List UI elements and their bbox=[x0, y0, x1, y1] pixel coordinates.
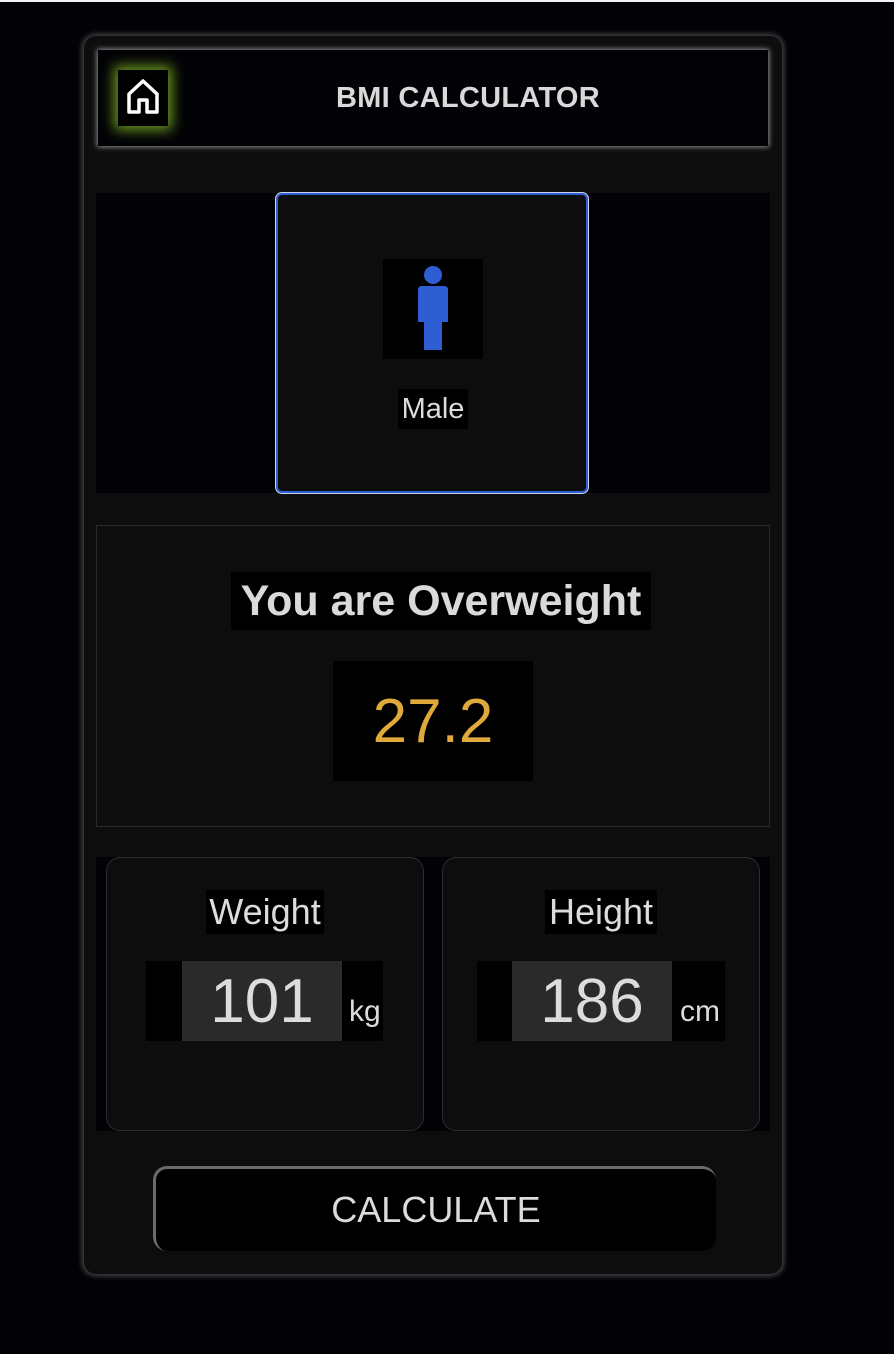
male-person-icon bbox=[383, 259, 483, 359]
app-header: BMI CALCULATOR bbox=[98, 50, 768, 146]
height-input-group: 186 cm bbox=[477, 961, 725, 1041]
weight-card: Weight 101 kg bbox=[106, 857, 424, 1131]
page-title: BMI CALCULATOR bbox=[335, 81, 601, 114]
result-panel: You are Overweight 27.2 bbox=[96, 525, 770, 827]
top-divider bbox=[0, 0, 894, 2]
home-button[interactable] bbox=[118, 70, 168, 126]
gender-label: Male bbox=[398, 389, 468, 429]
gender-option-male[interactable]: Male bbox=[276, 193, 588, 493]
height-unit: cm bbox=[680, 995, 720, 1028]
weight-unit: kg bbox=[349, 995, 381, 1028]
measurement-inputs: Weight 101 kg Height 186 cm bbox=[96, 857, 770, 1131]
page: BMI CALCULATOR Male You are Overweight 2… bbox=[0, 0, 894, 1354]
height-label: Height bbox=[545, 890, 657, 934]
bmi-calculator-card: BMI CALCULATOR Male You are Overweight 2… bbox=[84, 36, 782, 1274]
bmi-value: 27.2 bbox=[333, 661, 533, 781]
calculate-button[interactable]: CALCULATE bbox=[153, 1166, 716, 1251]
weight-input-group: 101 kg bbox=[146, 961, 383, 1041]
home-icon bbox=[125, 76, 161, 121]
weight-label: Weight bbox=[206, 890, 324, 934]
height-input[interactable]: 186 bbox=[512, 961, 672, 1041]
gender-selector: Male bbox=[96, 193, 770, 493]
weight-input[interactable]: 101 bbox=[182, 961, 342, 1041]
height-card: Height 186 cm bbox=[442, 857, 760, 1131]
result-message: You are Overweight bbox=[231, 572, 651, 630]
